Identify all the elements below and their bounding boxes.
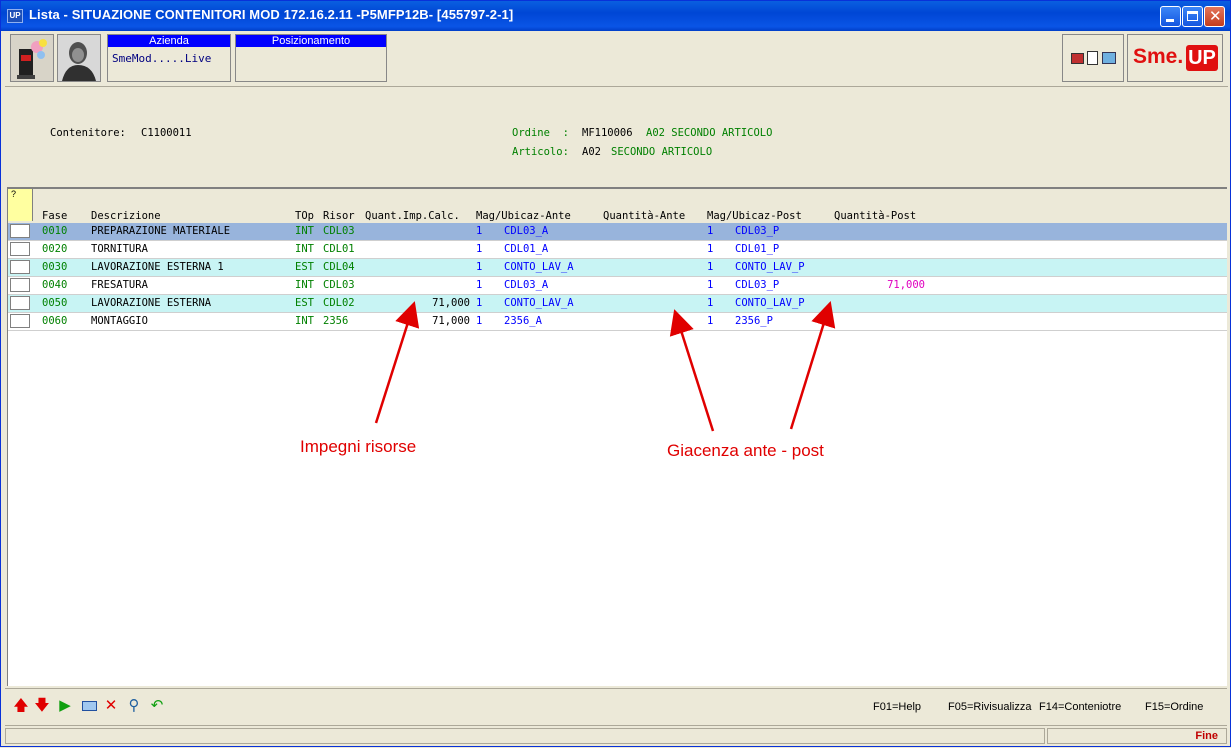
status-bar: Fine bbox=[5, 725, 1227, 746]
window-icon[interactable] bbox=[81, 697, 97, 713]
refresh-icon[interactable]: ↶ bbox=[149, 697, 165, 713]
status-segment-main bbox=[5, 728, 1045, 744]
status-segment-right: Fine bbox=[1047, 728, 1227, 744]
fkey-contenitore[interactable]: F14=Conteniotre bbox=[1039, 701, 1121, 713]
giacenza-post-arrow bbox=[789, 301, 836, 430]
fkey-help[interactable]: F01=Help bbox=[873, 701, 921, 713]
arrow-down-icon[interactable]: 🡇 bbox=[34, 697, 50, 713]
search-icon[interactable]: ⚲ bbox=[126, 697, 142, 713]
arrow-up-icon[interactable]: 🡅 bbox=[13, 697, 29, 713]
impegni-arrow bbox=[374, 301, 420, 424]
giacenza-ante-arrow bbox=[669, 309, 715, 432]
annotation-arrows bbox=[374, 301, 836, 432]
status-text: Fine bbox=[1195, 730, 1218, 742]
fkey-ordine[interactable]: F15=Ordine bbox=[1145, 701, 1203, 713]
delete-icon[interactable]: ✕ bbox=[103, 697, 119, 713]
play-icon[interactable]: ▶ bbox=[57, 697, 73, 713]
giacenza-annotation: Giacenza ante - post bbox=[667, 441, 824, 460]
fkey-rivisualizza[interactable]: F05=Rivisualizza bbox=[948, 701, 1031, 713]
impegni-annotation: Impegni risorse bbox=[300, 437, 417, 456]
bottom-toolbar: 🡅 🡇 ▶ ✕ ⚲ ↶ F01=Help F05=Rivisualizza F1… bbox=[5, 688, 1227, 725]
application-window: UP Lista - SITUAZIONE CONTENITORI MOD 17… bbox=[0, 0, 1231, 747]
